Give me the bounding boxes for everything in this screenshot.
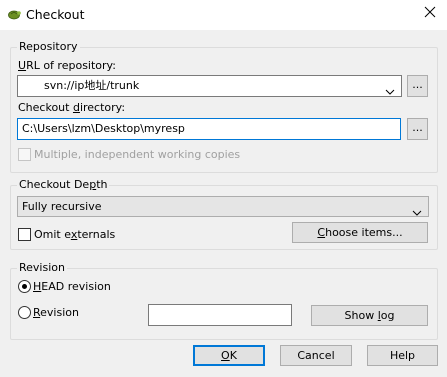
revision-group-label: Revision — [17, 261, 67, 275]
url-browse-button[interactable]: ... — [407, 75, 428, 97]
close-icon[interactable] — [422, 4, 438, 20]
revision-radio[interactable] — [18, 306, 31, 319]
chevron-down-icon — [412, 203, 422, 222]
tortoise-svn-icon — [7, 7, 21, 21]
revision-radio-label: Revision — [33, 306, 79, 319]
depth-selected-value: Fully recursive — [22, 200, 102, 213]
url-label: URL of repository: — [18, 59, 116, 72]
checkout-directory-label: Checkout directory: — [18, 101, 126, 114]
omit-externals-label: Omit externals — [34, 228, 116, 241]
ok-button[interactable]: OK — [193, 345, 265, 366]
directory-browse-button[interactable]: ... — [407, 118, 428, 140]
head-revision-label: HEAD revision — [33, 280, 111, 293]
multiple-working-copies-label: Multiple, independent working copies — [34, 148, 241, 161]
checkout-depth-label: Checkout Depth — [17, 178, 110, 192]
checkout-directory-input[interactable]: C:\Users\lzm\Desktop\myresp — [17, 118, 401, 140]
revision-input[interactable] — [148, 304, 292, 326]
cancel-button[interactable]: Cancel — [280, 345, 352, 366]
url-value: svn://ip地址/trunk — [44, 79, 140, 92]
url-combobox[interactable]: svn://ip地址/trunk — [17, 75, 402, 97]
window-title: Checkout — [26, 7, 85, 22]
chevron-down-icon — [385, 82, 395, 96]
multiple-working-copies-checkbox[interactable] — [18, 148, 31, 161]
repository-group-label: Repository — [17, 40, 80, 54]
help-button[interactable]: Help — [367, 345, 438, 366]
show-log-button[interactable]: Show log — [311, 305, 428, 326]
head-revision-radio[interactable] — [18, 280, 31, 293]
choose-items-button[interactable]: Choose items... — [292, 222, 428, 243]
depth-dropdown[interactable]: Fully recursive — [17, 196, 429, 217]
title-bar: Checkout — [0, 0, 447, 30]
omit-externals-checkbox[interactable] — [18, 228, 31, 241]
